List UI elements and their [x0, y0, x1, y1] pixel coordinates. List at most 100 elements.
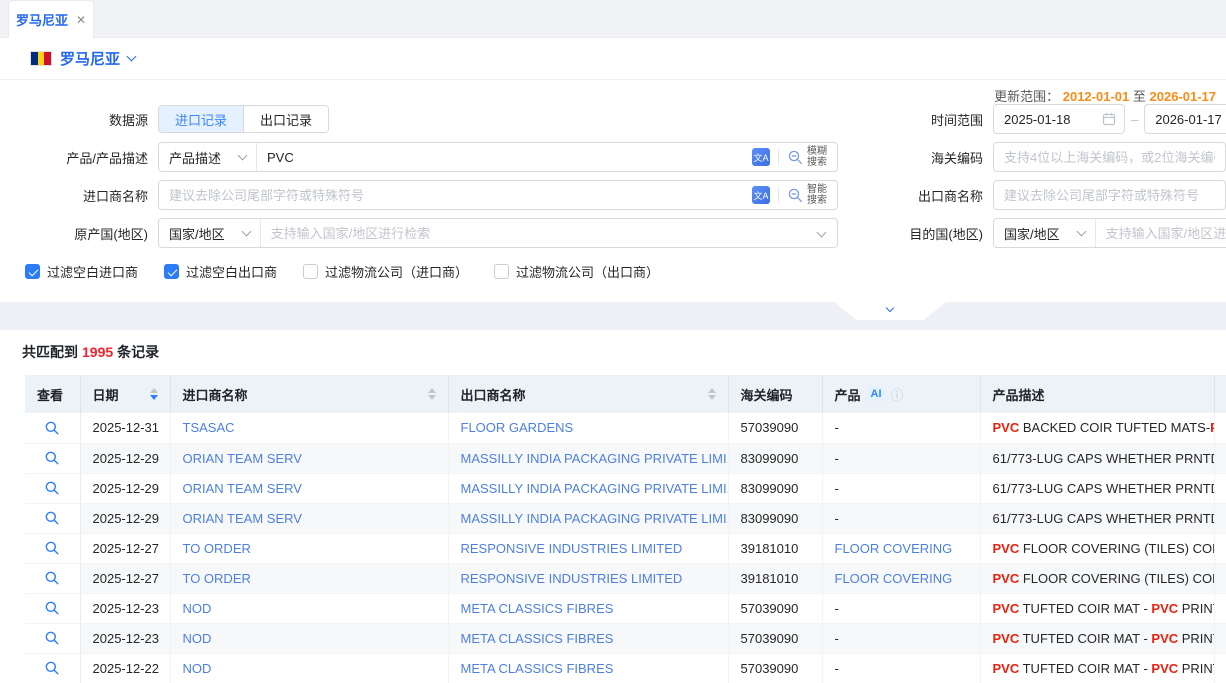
importer-link[interactable]: NOD [183, 661, 212, 676]
date-cell: 2025-12-29 [80, 503, 170, 533]
importer-search-input[interactable] [159, 181, 752, 209]
view-record-button[interactable] [41, 627, 63, 649]
data-source-option[interactable]: 出口记录 [243, 106, 328, 132]
table-header: 查看 日期 进口商名称 出口商名称 海关编码 产品AIⓘ 产品描述 [25, 375, 1226, 413]
magnifier-icon [44, 540, 60, 556]
importer-link[interactable]: TO ORDER [183, 571, 251, 586]
fuzzy-search-icon [787, 149, 804, 166]
smart-search-button[interactable]: 智能搜索 [787, 184, 837, 206]
product-link[interactable]: FLOOR COVERING [835, 541, 953, 556]
exporter-link[interactable]: MASSILLY INDIA PACKAGING PRIVATE LIMI... [461, 481, 729, 496]
importer-link[interactable]: TSASAC [183, 420, 235, 435]
date-start-field[interactable] [993, 104, 1125, 134]
date-end-field[interactable] [1144, 104, 1226, 134]
magnifier-icon [44, 480, 60, 496]
smart-search-icon [787, 187, 804, 204]
product-type-select[interactable]: 产品描述 [159, 143, 257, 171]
origin-country-select-value: 国家/地区 [169, 224, 225, 243]
view-record-button[interactable] [41, 417, 63, 439]
panel-gap [0, 302, 1226, 330]
tab-romania[interactable]: 罗马尼亚 ✕ [8, 0, 94, 38]
chevron-down-icon[interactable] [127, 52, 137, 62]
description-cell: PVC TUFTED COIR MAT - PVC PRINT... [980, 653, 1214, 683]
importer-link[interactable]: ORIAN TEAM SERV [183, 451, 302, 466]
hs-code-input[interactable] [994, 143, 1225, 171]
view-record-button[interactable] [41, 567, 63, 589]
dest-country-input[interactable] [1096, 219, 1226, 247]
view-record-button[interactable] [41, 597, 63, 619]
exporter-link[interactable]: META CLASSICS FIBRES [461, 601, 614, 616]
magnifier-icon [44, 570, 60, 586]
date-end-input[interactable] [1145, 105, 1226, 133]
exporter-link[interactable]: MASSILLY INDIA PACKAGING PRIVATE LIMI... [461, 511, 729, 526]
translate-icon[interactable]: 文A [752, 148, 770, 166]
importer-label: 进口商名称 [0, 186, 158, 205]
update-range-to: 至 [1133, 89, 1146, 104]
romania-flag-icon [30, 51, 52, 66]
origin-country-input[interactable] [261, 219, 810, 247]
extra-cell [1214, 413, 1226, 443]
importer-link[interactable]: ORIAN TEAM SERV [183, 511, 302, 526]
importer-link[interactable]: TO ORDER [183, 541, 251, 556]
origin-country-select[interactable]: 国家/地区 [159, 219, 261, 247]
checkbox-icon [164, 264, 179, 279]
magnifier-icon [44, 510, 60, 526]
date-start-input[interactable] [994, 105, 1102, 133]
extra-cell [1214, 563, 1226, 593]
close-icon[interactable]: ✕ [76, 13, 86, 27]
info-icon[interactable]: ⓘ [891, 385, 904, 404]
exporter-search-field[interactable] [993, 180, 1226, 210]
importer-link[interactable]: NOD [183, 631, 212, 646]
view-record-button[interactable] [41, 477, 63, 499]
description-cell: PVC FLOOR COVERING (TILES) CONT... [980, 533, 1214, 563]
trade-data-app: 罗马尼亚 ✕ 罗马尼亚 更新范围： 2012-01-01 至 2026-01-1… [0, 0, 1226, 683]
data-source-option[interactable]: 进口记录 [159, 106, 243, 132]
description-cell: PVC BACKED COIR TUFTED MATS-P... [980, 413, 1214, 443]
dest-country-select[interactable]: 国家/地区 [994, 219, 1096, 247]
table-row: 2025-12-27TO ORDERRESPONSIVE INDUSTRIES … [25, 533, 1226, 563]
magnifier-icon [44, 450, 60, 466]
filter-checkbox[interactable]: 过滤空白进口商 [25, 262, 138, 281]
sort-icon[interactable] [420, 388, 436, 400]
sort-icon[interactable] [142, 388, 158, 400]
importer-link[interactable]: ORIAN TEAM SERV [183, 481, 302, 496]
exporter-link[interactable]: META CLASSICS FIBRES [461, 661, 614, 676]
extra-cell [1214, 503, 1226, 533]
country-header: 罗马尼亚 [0, 38, 1226, 80]
filter-checkbox[interactable]: 过滤物流公司（进口商） [303, 262, 468, 281]
table-row: 2025-12-27 TO ORDER RESPONSIVE INDUSTRIES … [25, 563, 1226, 593]
product-search-input[interactable] [257, 143, 752, 171]
product-link[interactable]: FLOOR COVERING [835, 571, 953, 586]
filter-checkbox[interactable]: 过滤空白出口商 [164, 262, 277, 281]
filter-checkbox[interactable]: 过滤物流公司（出口商） [494, 262, 659, 281]
exporter-link[interactable]: RESPONSIVE INDUSTRIES LIMITED [461, 541, 683, 556]
magnifier-icon [44, 600, 60, 616]
col-header-product: 产品AIⓘ [822, 375, 980, 413]
filter-panel: 更新范围： 2012-01-01 至 2026-01-17 数据源 进口记录出口… [0, 80, 1226, 302]
exporter-search-input[interactable] [994, 181, 1225, 209]
sort-icon[interactable] [700, 388, 716, 400]
view-record-button[interactable] [41, 537, 63, 559]
date-cell: 2025-12-27 [80, 563, 170, 593]
col-header-hs-code: 海关编码 [728, 375, 822, 413]
exporter-link[interactable]: META CLASSICS FIBRES [461, 631, 614, 646]
chevron-down-icon [1076, 226, 1086, 236]
date-cell: 2025-12-29 [80, 443, 170, 473]
exporter-link[interactable]: FLOOR GARDENS [461, 420, 574, 435]
importer-link[interactable]: NOD [183, 601, 212, 616]
view-record-button[interactable] [41, 507, 63, 529]
col-header-exporter[interactable]: 出口商名称 [448, 375, 728, 413]
col-header-date[interactable]: 日期 [80, 375, 170, 413]
fuzzy-search-button[interactable]: 模糊搜索 [787, 146, 837, 168]
table-row: 2025-12-29 ORIAN TEAM SERV MASSILLY INDIA … [25, 503, 1226, 533]
data-source-label: 数据源 [0, 110, 158, 129]
result-count-value: 1995 [78, 344, 117, 360]
view-record-button[interactable] [41, 447, 63, 469]
translate-icon[interactable]: 文A [752, 186, 770, 204]
hs-code-field[interactable] [993, 142, 1226, 172]
exporter-link[interactable]: MASSILLY INDIA PACKAGING PRIVATE LIMI... [461, 451, 729, 466]
view-record-button[interactable] [41, 657, 63, 679]
exporter-link[interactable]: RESPONSIVE INDUSTRIES LIMITED [461, 571, 683, 586]
col-header-importer[interactable]: 进口商名称 [170, 375, 448, 413]
product-label: 产品/产品描述 [0, 148, 158, 167]
